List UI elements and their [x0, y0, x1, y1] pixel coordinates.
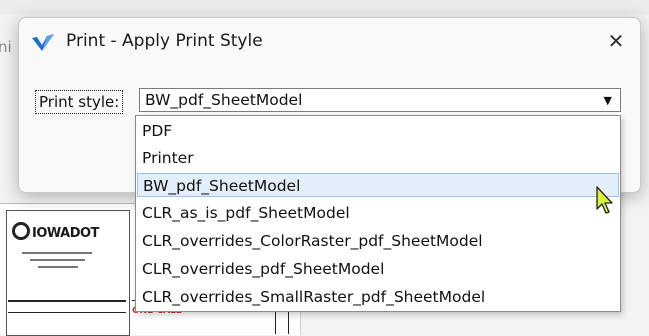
sheet-text-line: [22, 252, 92, 254]
sheet-rule: [288, 312, 289, 334]
option-clr-overrides-colorraster[interactable]: CLR_overrides_ColorRaster_pdf_SheetModel: [137, 229, 619, 253]
option-printer[interactable]: Printer: [137, 146, 619, 170]
iowadot-logo: IOWADOT: [12, 222, 99, 241]
mouse-cursor-icon: [596, 186, 613, 214]
print-style-dropdown-list: PDF Printer BW_pdf_SheetModel CLR_as_is_…: [135, 115, 621, 312]
option-clr-overrides-pdf[interactable]: CLR_overrides_pdf_SheetModel: [137, 257, 619, 281]
print-style-select[interactable]: BW_pdf_SheetModel ▼: [139, 88, 621, 112]
print-style-selected-value: BW_pdf_SheetModel: [145, 91, 303, 109]
background-tab-text: ni: [0, 38, 12, 56]
sheet-rule: [8, 300, 126, 302]
sheet-rule: [8, 312, 126, 313]
sheet-text-line: [38, 266, 78, 268]
sheet-rule: [275, 312, 276, 334]
dialog-title: Print - Apply Print Style: [66, 31, 263, 51]
print-style-label: Print style:: [35, 90, 124, 114]
option-bw-pdf-sheetmodel[interactable]: BW_pdf_SheetModel: [137, 173, 619, 197]
logo-ring-icon: [12, 222, 30, 240]
sheet-text-line: [30, 259, 85, 261]
option-clr-as-is-pdf-sheetmodel[interactable]: CLR_as_is_pdf_SheetModel: [137, 201, 619, 225]
option-pdf[interactable]: PDF: [137, 119, 619, 143]
logo-text: IOWADOT: [32, 226, 99, 241]
close-button[interactable]: ✕: [603, 28, 629, 54]
dropdown-arrow-icon[interactable]: ▼: [604, 90, 612, 112]
option-clr-overrides-smallraster[interactable]: CLR_overrides_SmallRaster_pdf_SheetModel: [137, 285, 619, 309]
background-app-strip: [0, 0, 649, 14]
print-app-icon: [32, 34, 54, 51]
